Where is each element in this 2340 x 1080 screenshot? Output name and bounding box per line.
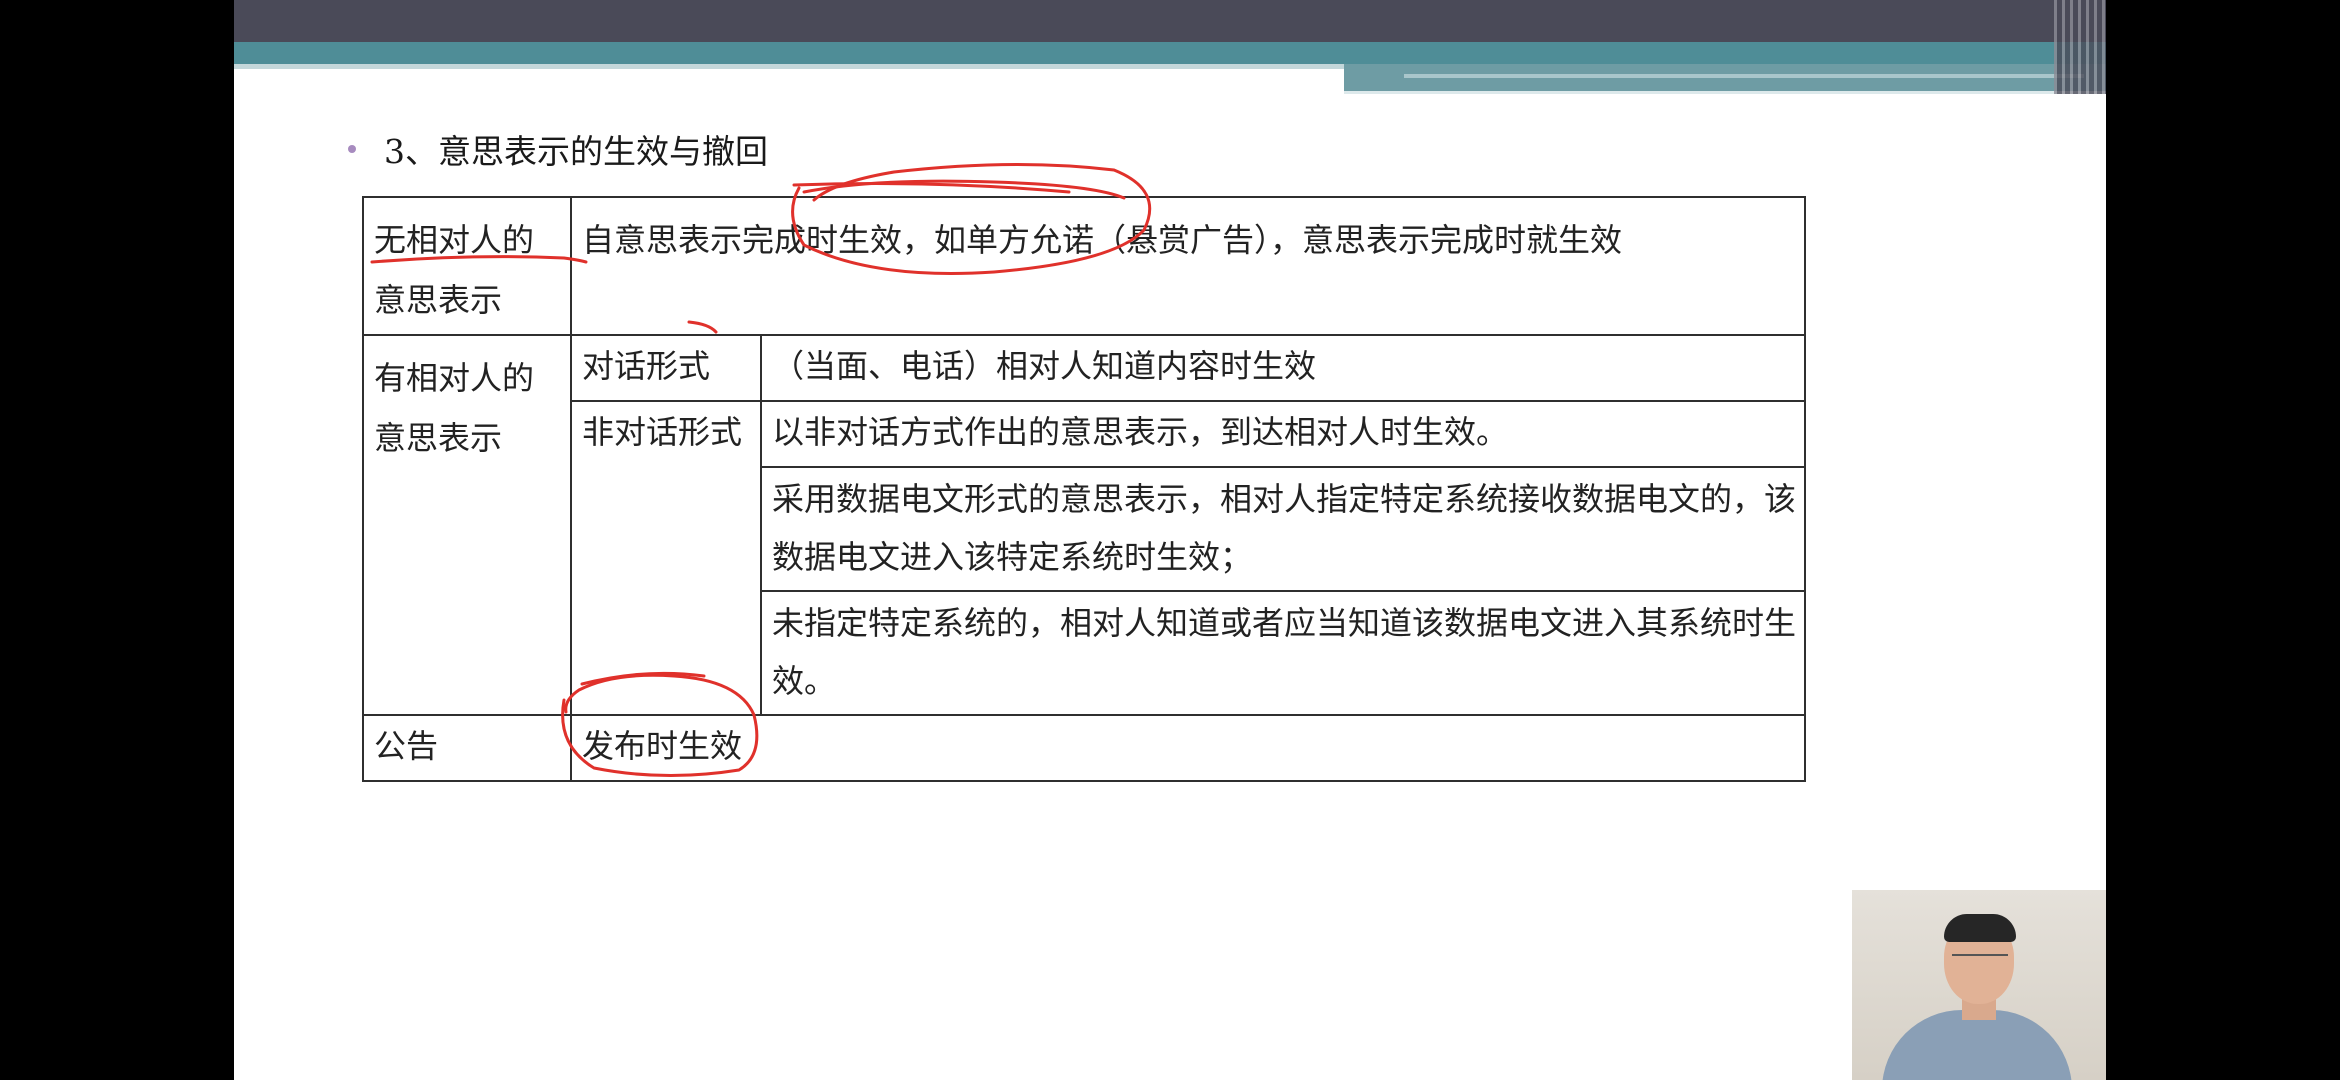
table-row: 公告 发布时生效: [362, 714, 1806, 782]
heading-row: 3、意思表示的生效与撤回: [348, 128, 768, 171]
form-dialogue: 对话形式: [570, 334, 762, 402]
header-corner-stripes: [2054, 0, 2106, 94]
table-row: 非对话形式 以非对话方式作出的意思表示，到达相对人时生效。: [363, 400, 1806, 716]
table-row: 有相对人的意思表示 对话形式 （当面、电话）相对人知道内容时生效: [362, 334, 1806, 716]
header-accent-block: [1344, 64, 2106, 94]
row-label-with-counterparty: 有相对人的意思表示: [362, 334, 572, 716]
header-bar-teal: [234, 42, 2106, 64]
content-electronic-designated: 采用数据电文形式的意思表示，相对人指定特定系统接收数据电文的，该数据电文进入该特…: [760, 466, 1806, 592]
row-content-no-counterparty: 自意思表示完成时生效，如单方允诺（悬赏广告），意思表示完成时就生效: [570, 196, 1806, 336]
ink-ellipse-completion-stroke: [792, 182, 1071, 194]
content-dialogue: （当面、电话）相对人知道内容时生效: [760, 334, 1806, 402]
bullet-dot-icon: [348, 145, 356, 153]
row-label-announcement: 公告: [362, 714, 572, 782]
table-row: 无相对人的意思表示 自意思表示完成时生效，如单方允诺（悬赏广告），意思表示完成时…: [362, 196, 1806, 336]
header-accent-highlight: [1404, 74, 2084, 78]
content-electronic-undesignated: 未指定特定系统的，相对人知道或者应当知道该数据电文进入其系统时生效。: [760, 590, 1806, 716]
content-non-dialogue: 以非对话方式作出的意思表示，到达相对人时生效。: [760, 400, 1806, 468]
slide-heading: 3、意思表示的生效与撤回: [384, 132, 768, 171]
presenter-hair: [1944, 914, 2016, 942]
header-bar-dark: [234, 0, 2106, 42]
presenter-glasses: [1952, 954, 2008, 966]
row-label-no-counterparty: 无相对人的意思表示: [362, 196, 572, 336]
presenter-shirt: [1882, 1010, 2072, 1080]
header-strip: [234, 64, 1344, 69]
slide: 3、意思表示的生效与撤回 无相对人的意思表示 自意思表示完成时生效，如单方允诺（…: [234, 0, 2106, 1080]
row-content-announcement: 发布时生效: [570, 714, 1806, 782]
header-accent-stripe: [1344, 91, 2106, 94]
form-non-dialogue: 非对话形式: [570, 400, 762, 716]
presenter-webcam-icon: [1852, 890, 2106, 1080]
effectiveness-table: 无相对人的意思表示 自意思表示完成时生效，如单方允诺（悬赏广告），意思表示完成时…: [362, 196, 1806, 782]
